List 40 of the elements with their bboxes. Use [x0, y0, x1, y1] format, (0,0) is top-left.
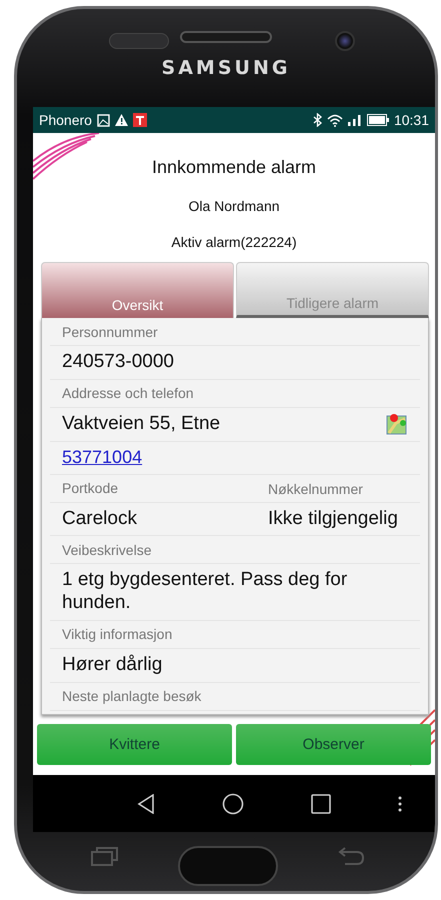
field-value: 1 etg bygdesenteret. Pass deg for hunden. [62, 569, 348, 615]
field-label: Addresse och telefon [62, 385, 194, 402]
field-label: Nøkkelnummer [268, 480, 363, 497]
field-label: Personnummer [62, 324, 158, 340]
camera-lens [335, 31, 355, 51]
home-icon[interactable] [222, 792, 244, 814]
brand-logo: SAMSUNG [162, 57, 290, 79]
field-value: Hører dårlig [62, 654, 162, 677]
field-value: 240573-0000 [62, 351, 174, 374]
field-value: Vaktveien 55, Etne [62, 412, 220, 436]
battery-icon [366, 114, 389, 126]
field-label: Veibeskrivelse [62, 542, 152, 558]
field-value: Ikke tilgjengelig [268, 508, 398, 529]
map-icon[interactable] [386, 413, 408, 436]
person-name: Ola Nordmann [187, 198, 281, 214]
recents-key-icon [91, 846, 119, 866]
recents-icon[interactable] [310, 794, 330, 814]
field-label: Neste planlagte besøk [62, 688, 202, 704]
app-icon [132, 113, 147, 127]
status-time: 10:31 [394, 112, 429, 128]
screen-title: Innkommende alarm [150, 157, 318, 178]
signal-icon [348, 114, 362, 126]
tab[interactable]: Tidligere alarm [236, 262, 429, 318]
field-label: Portkode [62, 480, 118, 496]
bluetooth-icon [312, 113, 322, 127]
more-icon[interactable] [398, 796, 402, 812]
field-value: Carelock [62, 508, 137, 530]
field-label: Viktig informasjon [62, 626, 172, 642]
carrier-name: Phonero [39, 112, 92, 128]
phone-link[interactable]: 53771004 [62, 447, 142, 468]
back-icon[interactable] [136, 794, 154, 814]
wifi-icon [326, 114, 343, 126]
alarm-status: Aktiv alarm(222224) [170, 234, 298, 250]
sensor-icon [109, 33, 169, 49]
back-key-icon [337, 846, 365, 866]
warning-icon [114, 114, 128, 126]
tab[interactable]: Oversikt [41, 262, 234, 318]
image-icon [96, 114, 110, 126]
action-button[interactable]: Kvittere [37, 724, 232, 765]
action-button[interactable]: Observer [236, 724, 431, 765]
